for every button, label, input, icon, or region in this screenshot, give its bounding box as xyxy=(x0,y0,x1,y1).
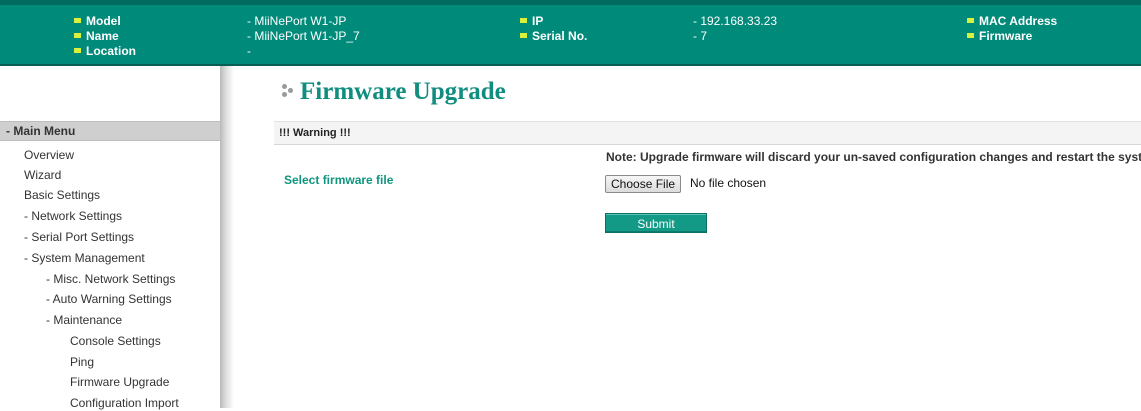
file-status-text: No file chosen xyxy=(690,176,767,190)
device-info-header: Model - MiiNePort W1-JP Name - MiiNePort… xyxy=(0,0,1141,66)
title-dots-icon xyxy=(282,82,298,102)
bullet-icon xyxy=(967,33,974,39)
mac-label: MAC Address xyxy=(967,13,1057,29)
location-label-text: Location xyxy=(86,44,136,58)
menu-item-serial-port-settings[interactable]: - Serial Port Settings xyxy=(24,229,134,245)
warning-heading: !!! Warning !!! xyxy=(274,121,1141,145)
choose-file-button[interactable]: Choose File xyxy=(605,175,682,193)
bullet-icon xyxy=(74,48,81,54)
menu-item-ping[interactable]: Ping xyxy=(70,354,94,370)
location-value: - xyxy=(247,44,251,58)
page-title: Firmware Upgrade xyxy=(300,78,506,105)
firmware-label: Firmware xyxy=(967,28,1032,44)
main-menu: - Main Menu Overview Wizard Basic Settin… xyxy=(0,66,220,411)
menu-item-wizard[interactable]: Wizard xyxy=(24,167,61,183)
ip-label-text: IP xyxy=(532,14,544,28)
bullet-icon xyxy=(520,33,527,39)
main-menu-title[interactable]: - Main Menu xyxy=(0,121,220,141)
submit-button[interactable]: Submit xyxy=(605,213,707,233)
menu-item-firmware-upgrade[interactable]: Firmware Upgrade xyxy=(70,374,169,390)
menu-item-overview[interactable]: Overview xyxy=(24,147,74,163)
firmware-label-text: Firmware xyxy=(979,29,1033,43)
serial-label: Serial No. xyxy=(520,28,587,44)
menu-item-basic-settings[interactable]: Basic Settings xyxy=(24,187,100,203)
menu-item-maintenance[interactable]: - Maintenance xyxy=(46,312,122,328)
model-label: Model xyxy=(74,13,121,29)
ip-label: IP xyxy=(520,13,543,29)
menu-item-system-management[interactable]: - System Management xyxy=(24,250,145,266)
location-label: Location xyxy=(74,43,136,59)
name-label: Name xyxy=(74,28,119,44)
model-value: - MiiNePort W1-JP xyxy=(247,14,347,28)
bullet-icon xyxy=(967,18,974,24)
upgrade-note: Note: Upgrade firmware will discard your… xyxy=(606,150,1141,164)
menu-item-auto-warning-settings[interactable]: - Auto Warning Settings xyxy=(46,291,172,307)
serial-value: - 7 xyxy=(693,29,708,43)
bullet-icon xyxy=(74,33,81,39)
select-firmware-label: Select firmware file xyxy=(284,173,394,187)
menu-item-console-settings[interactable]: Console Settings xyxy=(70,333,161,349)
bullet-icon xyxy=(520,18,527,24)
serial-label-text: Serial No. xyxy=(532,29,588,43)
menu-item-misc-network-settings[interactable]: - Misc. Network Settings xyxy=(46,271,175,287)
name-value: - MiiNePort W1-JP_7 xyxy=(247,29,360,43)
name-label-text: Name xyxy=(86,29,119,43)
model-label-text: Model xyxy=(86,14,121,28)
mac-label-text: MAC Address xyxy=(979,14,1058,28)
ip-value: - 192.168.33.23 xyxy=(693,14,778,28)
menu-item-configuration-import[interactable]: Configuration Import xyxy=(70,395,179,411)
sidebar-divider xyxy=(220,66,234,408)
menu-item-network-settings[interactable]: - Network Settings xyxy=(24,208,122,224)
bullet-icon xyxy=(74,18,81,24)
